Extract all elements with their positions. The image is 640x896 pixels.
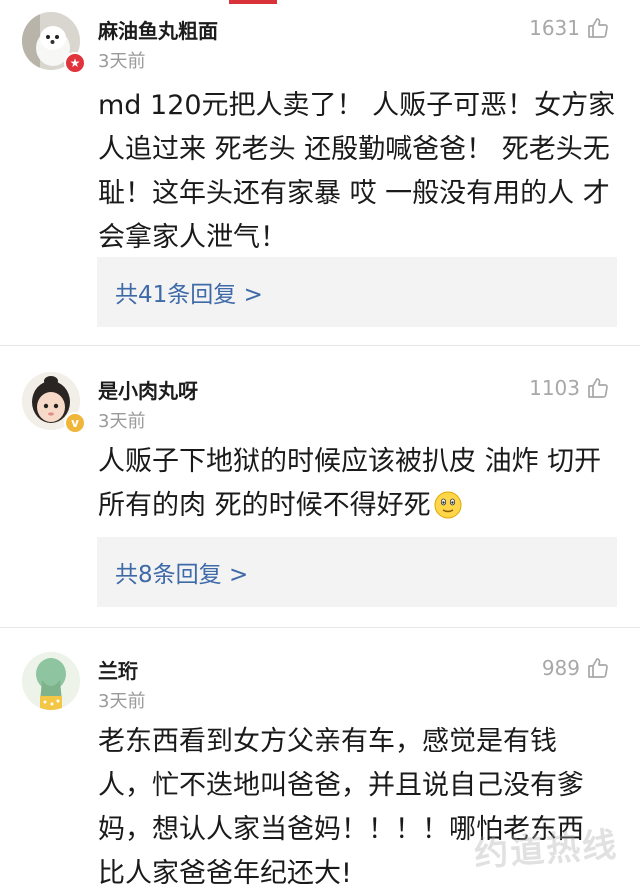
like-button[interactable]: 989 bbox=[542, 656, 610, 680]
divider bbox=[0, 345, 640, 346]
comment-line: 人追过来 死老头 还殷勤喊爸爸！ 死老头无 bbox=[98, 134, 610, 165]
timestamp: 3天前 bbox=[98, 691, 146, 712]
timestamp: 3天前 bbox=[98, 411, 146, 432]
username[interactable]: 是小肉丸呀 bbox=[98, 375, 198, 404]
watermark: 约道热线 bbox=[473, 825, 620, 875]
comment-line: 老东西看到女方父亲有车，感觉是有钱 bbox=[98, 726, 557, 757]
verified-v-badge-icon: v bbox=[64, 412, 86, 434]
username[interactable]: 麻油鱼丸粗面 bbox=[98, 15, 218, 44]
comment-item: v 是小肉丸呀 3天前 1103 人贩子下地狱的时候应该被扒皮 油炸 切开 所有… bbox=[0, 372, 640, 632]
comment-line: 会拿家人泄气！ bbox=[98, 222, 287, 253]
timestamp: 3天前 bbox=[98, 51, 146, 72]
red-star-badge-icon: ★ bbox=[64, 52, 86, 74]
like-button[interactable]: 1103 bbox=[529, 376, 610, 400]
like-count: 1103 bbox=[529, 376, 580, 400]
divider bbox=[0, 627, 640, 628]
comment-line: 耻！这年头还有家暴 哎 一般没有用的人 才 bbox=[98, 178, 610, 209]
thumbs-up-icon bbox=[586, 376, 610, 400]
comment-line: 人贩子下地狱的时候应该被扒皮 油炸 切开 bbox=[98, 446, 602, 477]
comment-line-with-emoji: 所有的肉 死的时候不得好死 bbox=[98, 484, 618, 534]
smile-emoji-icon bbox=[433, 490, 463, 534]
comment-text: md 120元把人卖了！ 人贩子可恶！女方家 人追过来 死老头 还殷勤喊爸爸！ … bbox=[98, 84, 618, 260]
like-count: 989 bbox=[541, 656, 580, 680]
top-red-indicator bbox=[229, 0, 277, 4]
comment-item: ★ 麻油鱼丸粗面 3天前 1631 md 120元把人卖了！ 人贩子可恶！女方家… bbox=[0, 12, 640, 347]
comment-text: 人贩子下地狱的时候应该被扒皮 油炸 切开 所有的肉 死的时候不得好死 bbox=[98, 440, 618, 534]
username[interactable]: 兰珩 bbox=[98, 655, 138, 684]
comment-line: 所有的肉 死的时候不得好死 bbox=[98, 490, 431, 521]
like-count: 1631 bbox=[529, 16, 580, 40]
comment-line: 人，忙不迭地叫爸爸，并且说自己没有爹 bbox=[98, 770, 584, 801]
thumbs-up-icon bbox=[586, 656, 610, 680]
view-replies-button[interactable]: 共8条回复 > bbox=[97, 537, 617, 607]
comment-line: md 120元把人卖了！ 人贩子可恶！女方家 bbox=[98, 90, 616, 121]
thumbs-up-icon bbox=[586, 16, 610, 40]
like-button[interactable]: 1631 bbox=[529, 16, 610, 40]
view-replies-button[interactable]: 共41条回复 > bbox=[97, 257, 617, 327]
avatar[interactable] bbox=[22, 652, 80, 710]
